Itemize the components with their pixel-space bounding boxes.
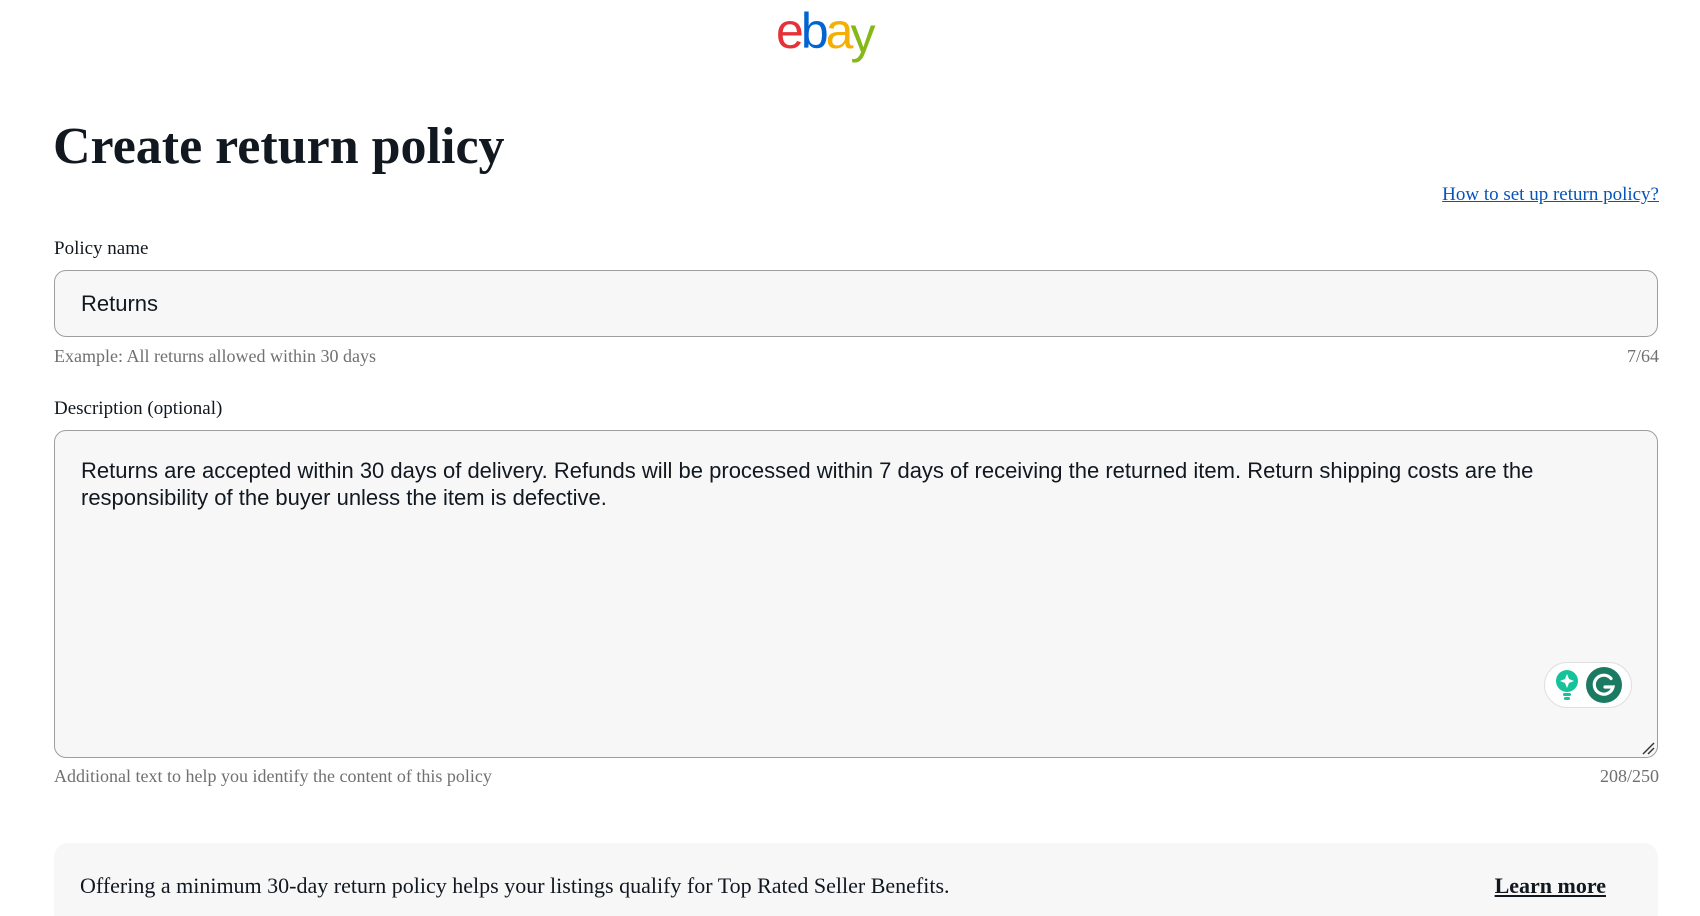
lightbulb-icon[interactable] [1554,668,1580,702]
help-link[interactable]: How to set up return policy? [1442,184,1659,206]
description-field: Returns are accepted within 30 days of d… [54,430,1658,758]
resize-handle-icon[interactable] [1641,741,1655,755]
writing-assistant-widget[interactable] [1544,662,1632,708]
logo-letter-e: e [776,3,804,59]
description-counter: 208/250 [1599,766,1659,786]
policy-name-counter: 7/64 [1626,346,1659,366]
description-label: Description (optional) [54,398,223,419]
logo-letter-a: a [825,3,854,59]
policy-name-label: Policy name [54,238,149,259]
description-helper: Additional text to help you identify the… [54,766,492,786]
grammarly-icon[interactable] [1585,666,1623,704]
banner-text: Offering a minimum 30-day return policy … [80,873,950,898]
ebay-logo[interactable]: ebay [776,3,875,60]
policy-name-helper: Example: All returns allowed within 30 d… [54,346,376,366]
description-textarea[interactable]: Returns are accepted within 30 days of d… [54,430,1658,758]
logo-letter-b: b [800,3,829,59]
policy-name-input[interactable] [54,270,1658,337]
page: ebay Create return policy How to set up … [0,0,1700,916]
logo-letter-y: y [850,7,875,63]
info-banner: Offering a minimum 30-day return policy … [54,843,1658,916]
page-title: Create return policy [53,118,505,175]
learn-more-link[interactable]: Learn more [1495,873,1606,899]
